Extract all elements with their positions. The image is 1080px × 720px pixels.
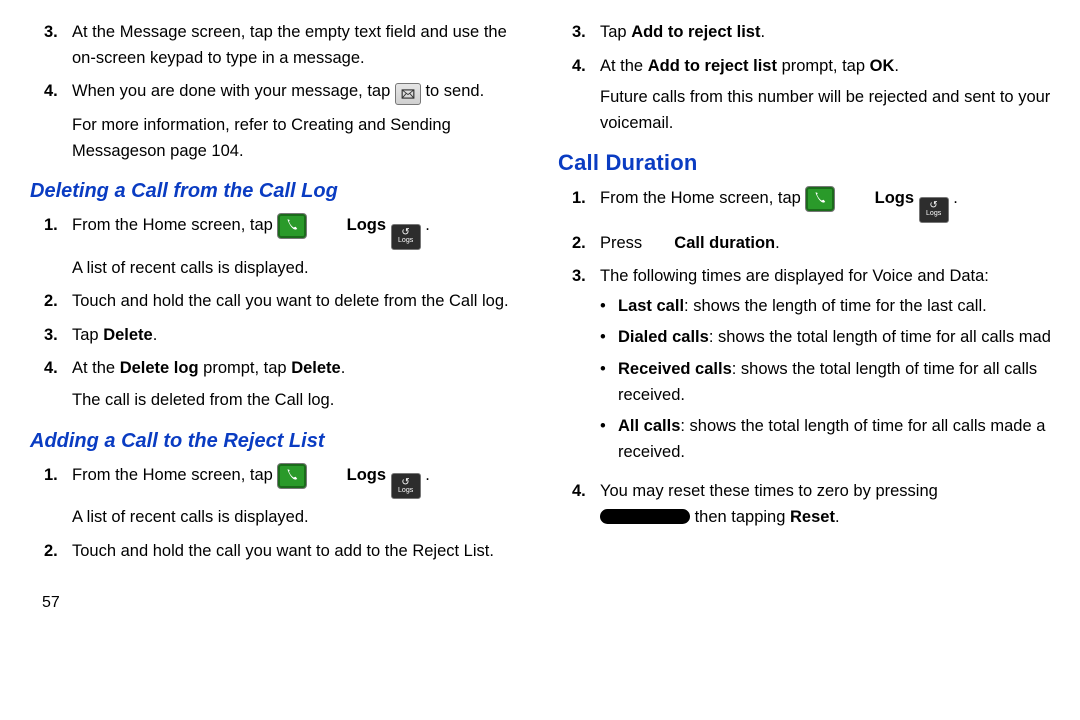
list-item: 2. Touch and hold the call you want to a… xyxy=(42,539,520,565)
list-item: 2. Press Call duration. xyxy=(570,231,1080,257)
footer-paragraph: For more information, refer to Creating … xyxy=(42,113,520,164)
logs-icon: ↺Logs xyxy=(391,473,421,499)
duration-list-1: 1. From the Home screen, tap Logs ↺Logs … xyxy=(570,186,1080,530)
top-list-right: 3. Tap Add to reject list. 4. At the Add… xyxy=(570,20,1080,136)
list-item: 4. At the Delete log prompt, tap Delete.… xyxy=(42,356,520,413)
bullet-item: •All calls: shows the total length of ti… xyxy=(600,414,1080,465)
section-heading-delete: Deleting a Call from the Call Log xyxy=(30,180,520,203)
page-number: 57 xyxy=(42,594,520,612)
bullet-item: •Last call: shows the length of time for… xyxy=(600,294,1080,320)
left-column: 3. At the Message screen, tap the empty … xyxy=(0,20,540,720)
send-message-icon xyxy=(395,83,421,105)
item-number: 3. xyxy=(42,20,72,71)
logs-icon: ↺Logs xyxy=(391,224,421,250)
phone-icon xyxy=(277,463,307,489)
duration-bullets: •Last call: shows the length of time for… xyxy=(600,294,1080,465)
list-item: 3. At the Message screen, tap the empty … xyxy=(42,20,520,71)
bullet-item: •Dialed calls: shows the total length of… xyxy=(600,325,1080,351)
list-item: 2. Touch and hold the call you want to d… xyxy=(42,289,520,315)
item-body: When you are done with your message, tap… xyxy=(72,79,520,105)
reject-list: 1. From the Home screen, tap Logs ↺Logs … xyxy=(42,463,520,565)
page-root: 3. At the Message screen, tap the empty … xyxy=(0,0,1080,720)
list-item: 3. Tap Add to reject list. xyxy=(570,20,1080,46)
item-number: 4. xyxy=(42,79,72,105)
bullet-item: •Received calls: shows the total length … xyxy=(600,357,1080,408)
phone-icon xyxy=(805,186,835,212)
list-item: 3. The following times are displayed for… xyxy=(570,264,1080,471)
list-item: 1. From the Home screen, tap Logs ↺Logs … xyxy=(42,463,520,531)
list-item: 3. Tap Delete. xyxy=(42,323,520,349)
phone-icon xyxy=(277,213,307,239)
list-item: 4. At the Add to reject list prompt, tap… xyxy=(570,54,1080,137)
right-column: 3. Tap Add to reject list. 4. At the Add… xyxy=(540,20,1080,720)
list-item: 4. When you are done with your message, … xyxy=(42,79,520,105)
list-item: 1. From the Home screen, tap Logs ↺Logs … xyxy=(42,213,520,281)
list-item: 4. You may reset these times to zero by … xyxy=(570,479,1080,530)
item-body: At the Message screen, tap the empty tex… xyxy=(72,20,520,71)
logs-icon: ↺Logs xyxy=(919,197,949,223)
section-heading-duration: Call Duration xyxy=(558,150,1080,176)
list-item: 1. From the Home screen, tap Logs ↺Logs … xyxy=(570,186,1080,223)
delete-list: 1. From the Home screen, tap Logs ↺Logs … xyxy=(42,213,520,413)
redacted-button-icon xyxy=(600,509,690,524)
top-list-left: 3. At the Message screen, tap the empty … xyxy=(42,20,520,105)
section-heading-reject: Adding a Call to the Reject List xyxy=(30,430,520,453)
